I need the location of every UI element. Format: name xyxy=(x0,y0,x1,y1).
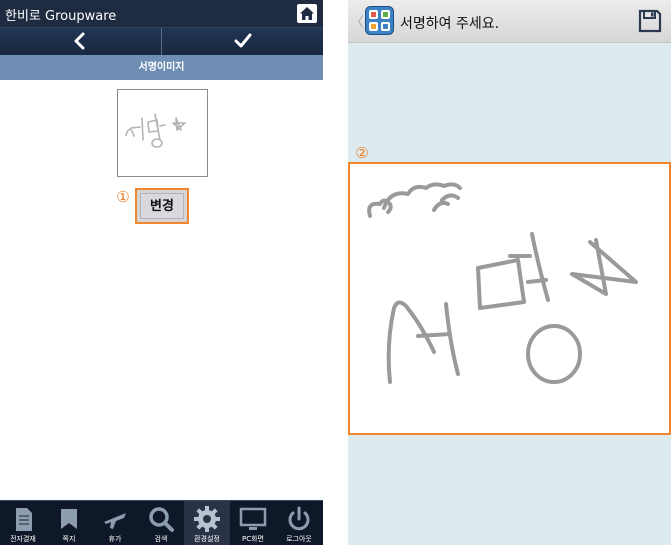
airplane-icon xyxy=(104,513,126,529)
right-phone-screen: 〈 서명하여 주세요. ② xyxy=(348,0,671,545)
signature-strokes xyxy=(367,182,638,384)
tab-label: 전자결재 xyxy=(10,535,36,543)
save-button[interactable] xyxy=(638,9,662,33)
home-button[interactable] xyxy=(297,4,317,23)
app-title: 한비로 Groupware xyxy=(5,9,117,24)
tab-label: 휴가 xyxy=(108,535,122,543)
step-marker-one: ① xyxy=(116,188,130,206)
confirm-button[interactable] xyxy=(162,28,323,55)
section-header: 서명이미지 xyxy=(0,55,323,80)
monitor-icon xyxy=(239,507,267,530)
checkmark-icon xyxy=(234,33,252,48)
back-chevron[interactable]: 〈 xyxy=(350,12,364,32)
gear-icon xyxy=(194,506,220,532)
app-title-bar: 한비로 Groupware xyxy=(0,0,323,27)
tab-settings[interactable]: 환경설정 xyxy=(184,501,230,545)
tab-label: PC화면 xyxy=(242,535,264,543)
tab-label: 쪽지 xyxy=(62,535,76,543)
search-icon xyxy=(149,507,174,532)
change-signature-button[interactable]: 변경 xyxy=(135,188,189,224)
chevron-left-icon xyxy=(74,32,85,50)
tab-search[interactable]: 검색 xyxy=(138,501,184,545)
save-icon xyxy=(638,9,662,33)
tab-logout[interactable]: 로그아웃 xyxy=(276,501,322,545)
home-icon xyxy=(300,7,314,20)
app-grid-icon xyxy=(365,6,394,35)
signature-header: 〈 서명하여 주세요. xyxy=(348,0,671,43)
signature-preview-image xyxy=(117,89,208,177)
tab-label: 환경설정 xyxy=(194,535,220,543)
note-icon xyxy=(61,509,77,529)
action-bar xyxy=(0,27,323,55)
tab-pc-view[interactable]: PC화면 xyxy=(230,501,276,545)
document-icon xyxy=(16,508,32,531)
signature-drawing-canvas[interactable] xyxy=(348,162,671,435)
signature-thumbnail xyxy=(125,113,186,148)
tab-notes[interactable]: 쪽지 xyxy=(46,501,92,545)
bottom-tab-bar: 전자결재 쪽지 휴가 검색 환경설정 PC화면 로그아웃 xyxy=(0,500,323,545)
tab-approval[interactable]: 전자결재 xyxy=(0,501,46,545)
step-marker-two: ② xyxy=(355,144,369,162)
tab-label: 검색 xyxy=(154,535,168,543)
back-button[interactable] xyxy=(0,28,161,55)
tab-label: 로그아웃 xyxy=(286,535,312,543)
power-icon xyxy=(288,506,310,531)
signature-prompt-title: 서명하여 주세요. xyxy=(400,16,500,32)
change-button-label: 변경 xyxy=(140,193,184,219)
tab-vacation[interactable]: 휴가 xyxy=(92,501,138,545)
app-icon xyxy=(365,6,394,35)
left-phone-screen: 한비로 Groupware 서명이미지 ① 변경 전자결재 쪽지 휴가 검색 환… xyxy=(0,0,323,545)
